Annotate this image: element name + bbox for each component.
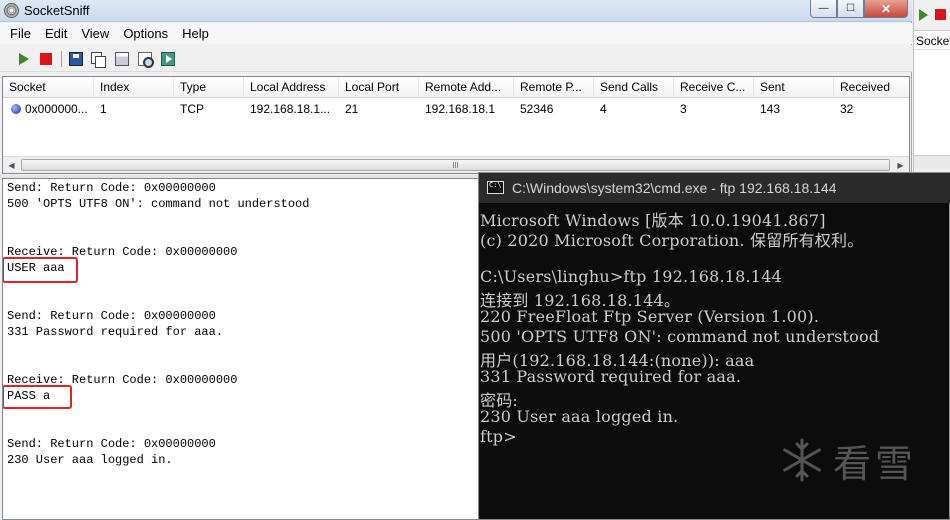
horizontal-scrollbar[interactable] (914, 155, 950, 169)
cmd-title-bar[interactable]: C:\Windows\system32\cmd.exe - ftp 192.16… (479, 173, 950, 203)
log-line: 331 Password required for aaa. (7, 325, 224, 339)
cmd-icon (487, 181, 504, 194)
snowflake-icon (783, 438, 821, 482)
cmd-window[interactable]: C:\Windows\system32\cmd.exe - ftp 192.16… (478, 172, 950, 520)
log-line: 230 User aaa logged in. (7, 453, 173, 467)
cell-receive-calls: 3 (680, 102, 687, 116)
stop-capture-icon (40, 53, 52, 65)
cell-send-calls: 4 (600, 102, 607, 116)
title-bar[interactable]: SocketSniff — ☐ ✕ (0, 0, 912, 22)
console-line: 220 FreeFloat Ftp Server (Version 1.00). (480, 307, 820, 326)
column-header-send-calls[interactable]: Send Calls (594, 77, 674, 98)
cell-type: TCP (180, 102, 204, 116)
cell-received: 32 (840, 102, 854, 116)
toolbar-separator (61, 51, 62, 67)
menu-file[interactable]: File (3, 23, 38, 44)
cell-sent: 143 (760, 102, 781, 116)
menu-help[interactable]: Help (175, 23, 216, 44)
column-header-sent[interactable]: Sent (754, 77, 834, 98)
socket-list-header: Socket Index Type Local Address Local Po… (3, 77, 909, 98)
console-line: 331 Password required for aaa. (480, 367, 742, 386)
properties-button[interactable] (112, 49, 132, 69)
start-capture-icon (19, 53, 29, 65)
log-line: Send: Return Code: 0x00000000 (7, 309, 216, 323)
column-header-type[interactable]: Type (174, 77, 244, 98)
cell-remote-address: 192.168.18.1 (425, 102, 496, 116)
find-icon (138, 52, 154, 68)
table-row[interactable]: 0x000000... 1 TCP 192.168.18.1... 21 192… (3, 99, 909, 119)
window-controls: — ☐ ✕ (810, 0, 908, 18)
cell-socket-value: 0x000000... (25, 102, 88, 116)
log-line: Send: Return Code: 0x00000000 (7, 181, 216, 195)
menu-options[interactable]: Options (116, 23, 175, 44)
socketsniff-app-icon (4, 3, 19, 18)
column-header-received[interactable]: Received (834, 77, 909, 98)
toolbar (0, 45, 912, 72)
console-line: (c) 2020 Microsoft Corporation. 保留所有权利。 (480, 231, 864, 250)
cell-local-address: 192.168.18.1... (250, 102, 331, 116)
column-header-receive-calls[interactable]: Receive C... (674, 77, 754, 98)
socket-icon (11, 104, 21, 114)
log-line: Send: Return Code: 0x00000000 (7, 437, 216, 451)
console-prompt: ftp> (480, 427, 517, 446)
column-header-remote-address[interactable]: Remote Add... (419, 77, 514, 98)
exit-icon (161, 52, 175, 66)
cell-socket: 0x000000... (11, 102, 96, 116)
column-header-local-address[interactable]: Local Address (244, 77, 339, 98)
window-title: SocketSniff (24, 3, 90, 18)
save-icon (69, 52, 83, 66)
stop-capture-button[interactable] (36, 49, 56, 69)
properties-icon (115, 52, 129, 66)
cmd-window-title: C:\Windows\system32\cmd.exe - ftp 192.16… (512, 180, 837, 196)
exit-button[interactable] (158, 49, 178, 69)
column-header-socket[interactable]: Socket (914, 30, 950, 50)
scroll-left-arrow-icon[interactable]: ◀ (3, 157, 20, 173)
stop-capture-icon[interactable] (935, 9, 946, 20)
console-line: 230 User aaa logged in. (480, 407, 679, 426)
column-header-socket[interactable]: Socket (3, 77, 94, 98)
save-button[interactable] (66, 49, 86, 69)
start-capture-icon[interactable] (919, 9, 928, 21)
watermark: 看雪 (779, 435, 918, 486)
scrollbar-grip-icon (452, 162, 459, 168)
highlight-user-command (3, 257, 78, 283)
close-button[interactable]: ✕ (864, 0, 908, 18)
column-header-index[interactable]: Index (94, 77, 174, 98)
cell-local-port: 21 (345, 102, 359, 116)
socket-list[interactable]: Socket Index Type Local Address Local Po… (2, 76, 910, 174)
minimize-button[interactable]: — (810, 0, 837, 18)
cell-index: 1 (100, 102, 107, 116)
scrollbar-thumb[interactable] (21, 159, 890, 171)
cell-remote-port: 52346 (520, 102, 554, 116)
find-button[interactable] (135, 49, 155, 69)
start-capture-button[interactable] (14, 49, 34, 69)
log-line: 500 'OPTS UTF8 ON': command not understo… (7, 197, 310, 211)
watermark-text: 看雪 (833, 441, 918, 486)
column-header-remote-port[interactable]: Remote P... (514, 77, 594, 98)
copy-icon (91, 52, 106, 68)
column-header-local-port[interactable]: Local Port (339, 77, 419, 98)
console-line: 500 'OPTS UTF8 ON': command not understo… (480, 327, 880, 346)
menu-edit[interactable]: Edit (38, 23, 74, 44)
menu-view[interactable]: View (74, 23, 116, 44)
highlight-pass-command (3, 385, 72, 409)
menu-bar: File Edit View Options Help (0, 23, 912, 44)
copy-button[interactable] (88, 49, 108, 69)
horizontal-scrollbar[interactable]: ◀ ▶ (3, 156, 909, 173)
socket-list[interactable] (914, 50, 950, 155)
console-line: C:\Users\linghu>ftp 192.168.18.144 (480, 267, 782, 286)
maximize-button[interactable]: ☐ (837, 0, 864, 18)
